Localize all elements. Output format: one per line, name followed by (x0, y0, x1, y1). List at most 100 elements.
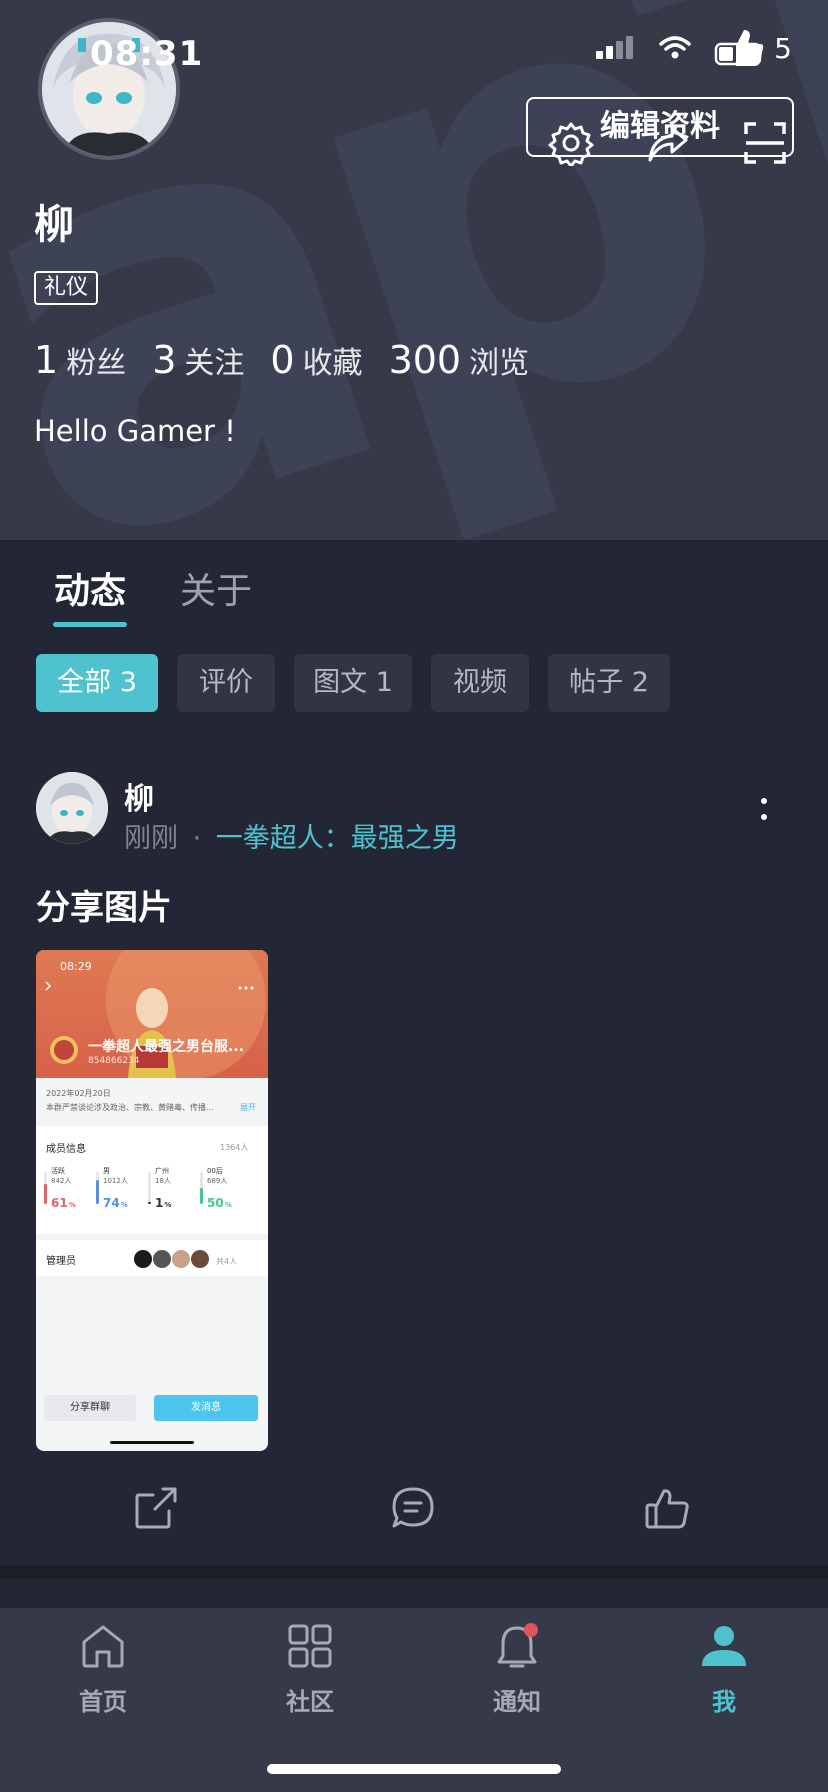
member-stat-count: 689人 (207, 1177, 228, 1185)
filter-videos[interactable]: 视频 (431, 654, 529, 712)
image-members-count: 1364人 (220, 1143, 249, 1152)
filter-reviews[interactable]: 评价 (177, 654, 275, 712)
member-stat-track (200, 1172, 203, 1204)
nav-label: 我 (712, 1688, 736, 1716)
member-stat-track (148, 1172, 151, 1204)
image-send-button: 发消息 (154, 1395, 258, 1421)
nav-label: 首页 (79, 1688, 127, 1716)
tab-about[interactable]: 关于 (180, 562, 252, 614)
feed-divider (0, 1565, 828, 1579)
stat-label: 关注 (184, 346, 245, 381)
home-icon (82, 1625, 124, 1668)
member-stat-4: 00后 689人 50% (200, 1166, 248, 1226)
member-stat-count: 842人 (51, 1177, 72, 1185)
member-stat-track (44, 1172, 47, 1204)
stat-label: 浏览 (469, 346, 530, 381)
member-stat-fill (96, 1180, 99, 1204)
member-stat-percent: 50% (207, 1196, 232, 1210)
post-time: 刚刚 (124, 823, 178, 854)
image-rule: 本群严禁谈论涉及政治、宗教、黄赌毒、传播... (46, 1103, 214, 1112)
like-count: 5 (774, 31, 792, 65)
image-group-name: 一拳超人最强之男台服... (88, 1039, 244, 1055)
wifi-icon (659, 36, 691, 59)
share-post-icon[interactable] (133, 1485, 179, 1531)
tab-indicator (53, 622, 127, 627)
stat-number: 0 (270, 338, 295, 382)
image-home-indicator (110, 1441, 194, 1444)
stat-label: 收藏 (302, 346, 363, 381)
thumbs-up-icon (714, 30, 764, 66)
profile-bio: Hello Gamer ! (34, 414, 236, 448)
image-share-button: 分享群聊 (44, 1395, 136, 1421)
member-stat-1: 活跃 842人 61% (44, 1166, 92, 1226)
member-stat-track (96, 1172, 99, 1204)
member-stat-count: 18人 (155, 1177, 171, 1185)
notification-badge (524, 1623, 538, 1637)
member-stat-2: 男 1012人 74% (96, 1166, 144, 1226)
scan-icon[interactable] (742, 120, 788, 166)
stat-favorites[interactable]: 0 收藏 (270, 338, 362, 382)
member-stat-percent-sign: % (120, 1201, 128, 1209)
post-meta: 刚刚 · 一拳超人：最强之男 (124, 816, 459, 855)
member-stat-percent: 61% (51, 1196, 76, 1210)
stat-views[interactable]: 300 浏览 (389, 338, 530, 382)
nav-label: 通知 (493, 1688, 541, 1716)
meta-separator: · (192, 823, 202, 854)
nav-me[interactable]: 我 (664, 1622, 784, 1717)
member-stat-label: 男 (103, 1167, 110, 1175)
stat-number: 300 (388, 338, 462, 382)
comment-icon[interactable] (390, 1485, 436, 1531)
profile-header: apTa 08:31 5 编辑资料 柳 礼仪 1 粉丝 3 关注 0 收藏 30… (0, 0, 828, 540)
image-header: 08:29 一拳超人最强之男台服... 854866234 (36, 950, 268, 1078)
nav-notifications[interactable]: 通知 (457, 1622, 577, 1717)
grid-icon (288, 1624, 332, 1668)
post-avatar[interactable] (36, 772, 108, 844)
post-username[interactable]: 柳 (124, 774, 154, 818)
share-icon[interactable] (644, 120, 690, 166)
image-group-id: 854866234 (88, 1056, 140, 1066)
image-admins-count: 共4人 (216, 1257, 238, 1266)
more-options-icon[interactable] (756, 794, 772, 826)
stat-number: 3 (152, 338, 177, 382)
stat-number: 1 (34, 338, 59, 382)
post-title: 分享图片 (36, 888, 172, 928)
signal-icon (596, 36, 634, 59)
image-time: 08:29 (60, 960, 92, 973)
post-image[interactable]: 08:29 一拳超人最强之男台服... 854866234 2022年02月20… (36, 950, 268, 1451)
nav-home[interactable]: 首页 (43, 1622, 163, 1717)
image-date: 2022年02月20日 (46, 1089, 111, 1098)
tab-feed[interactable]: 动态 (54, 562, 126, 614)
status-time: 08:31 (90, 34, 204, 74)
member-stat-label: 广州 (155, 1167, 169, 1175)
nav-label: 社区 (286, 1688, 334, 1716)
member-stat-percent-sign: % (68, 1201, 76, 1209)
stat-following[interactable]: 3 关注 (152, 338, 244, 382)
like-icon[interactable] (644, 1485, 690, 1531)
member-stat-fill (44, 1184, 47, 1204)
member-stat-percent: 74% (103, 1196, 128, 1210)
member-stat-fill (148, 1202, 151, 1204)
filter-all[interactable]: 全部 3 (36, 654, 158, 712)
bell-icon (497, 1623, 538, 1668)
gear-icon[interactable] (548, 120, 594, 166)
profile-name: 柳 (34, 202, 74, 248)
member-stat-percent: 1% (155, 1196, 172, 1210)
person-icon (702, 1626, 746, 1666)
stat-label: 粉丝 (66, 346, 127, 381)
stat-followers[interactable]: 1 粉丝 (34, 338, 126, 382)
member-stat-count: 1012人 (103, 1177, 128, 1185)
filter-image-text[interactable]: 图文 1 (294, 654, 412, 712)
post-game-link[interactable]: 一拳超人：最强之男 (216, 823, 459, 854)
member-stat-percent-sign: % (224, 1201, 232, 1209)
filter-posts[interactable]: 帖子 2 (548, 654, 670, 712)
member-stat-3: 广州 18人 1% (148, 1166, 196, 1226)
image-admins-title: 管理员 (46, 1256, 76, 1267)
status-bar-right: 5 (594, 26, 792, 70)
member-stat-label: 活跃 (51, 1167, 65, 1175)
image-expand: 展开 (240, 1103, 256, 1112)
member-stat-label: 00后 (207, 1167, 223, 1175)
nav-community[interactable]: 社区 (250, 1622, 370, 1717)
home-indicator (267, 1764, 561, 1774)
like-counter[interactable]: 5 (714, 26, 792, 70)
member-stat-fill (200, 1188, 203, 1204)
